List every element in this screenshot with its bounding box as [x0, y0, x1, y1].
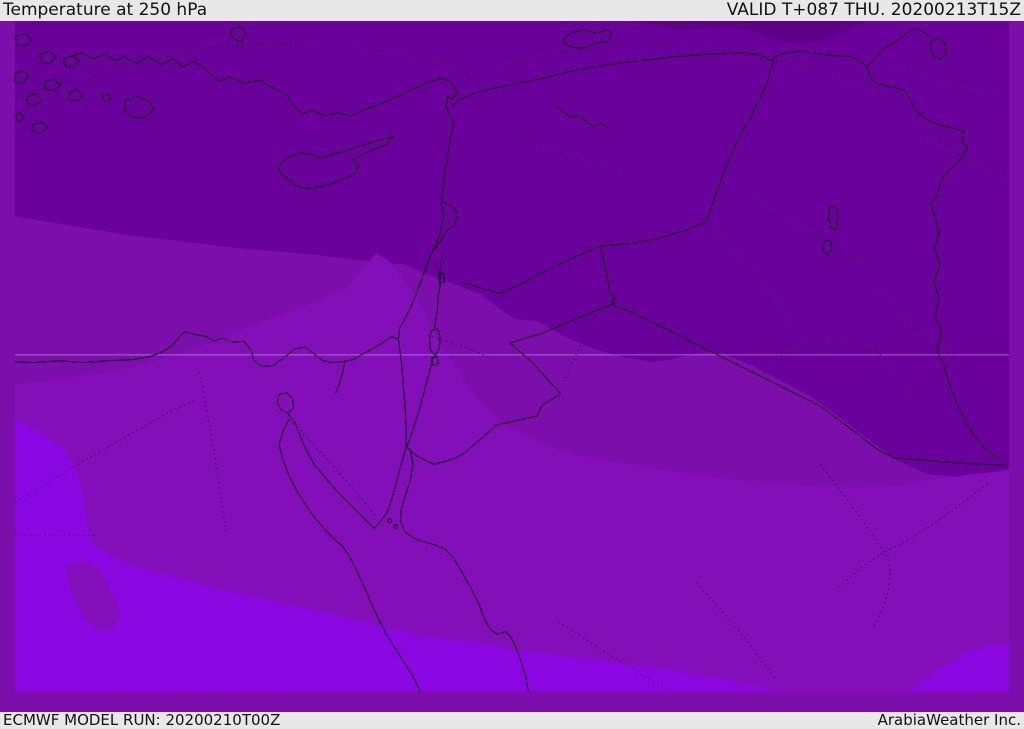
temperature-bands: [15, 21, 1009, 692]
footer-bar: ECMWF MODEL RUN: 20200210T00Z ArabiaWeat…: [0, 712, 1024, 729]
valid-time-label: VALID T+087 THU. 20200213T15Z: [726, 0, 1021, 20]
header-bar: Temperature at 250 hPa VALID T+087 THU. …: [0, 0, 1024, 21]
credit-label: ArabiaWeather Inc.: [877, 711, 1021, 729]
map-canvas: [0, 21, 1024, 712]
weather-map-window: Temperature at 250 hPa VALID T+087 THU. …: [0, 0, 1024, 729]
model-run-label: ECMWF MODEL RUN: 20200210T00Z: [3, 711, 281, 729]
map-title: Temperature at 250 hPa: [3, 0, 208, 20]
temperature-map: [14, 21, 1010, 693]
